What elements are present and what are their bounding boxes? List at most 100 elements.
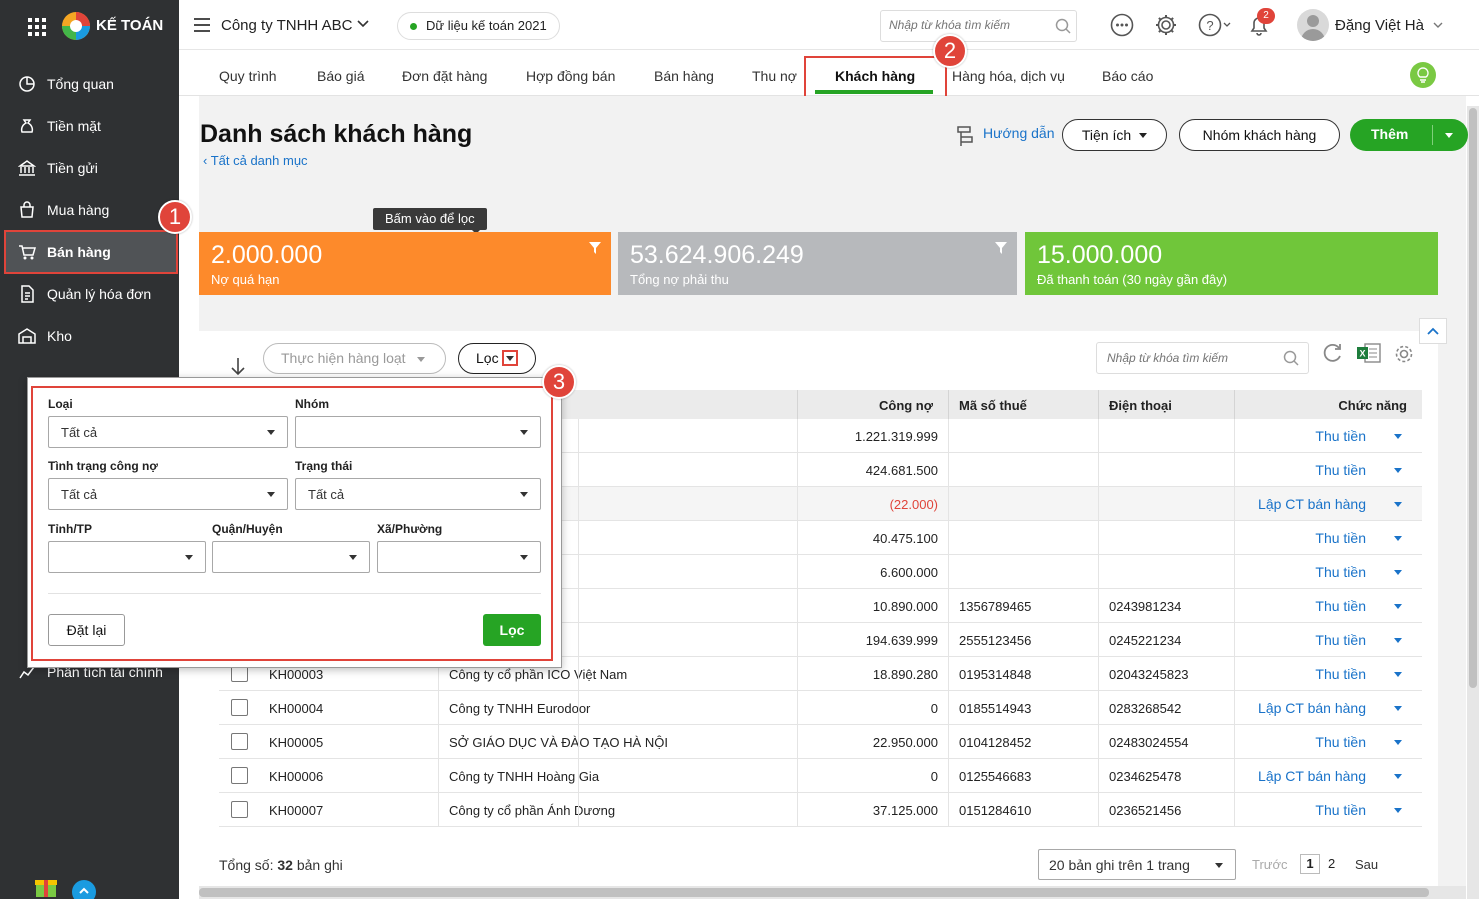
filter-button[interactable]: Lọc (458, 343, 536, 374)
excel-export-icon[interactable]: X (1357, 343, 1381, 363)
search-icon[interactable] (1283, 350, 1299, 366)
list-search-input[interactable] (1096, 342, 1309, 374)
province-select[interactable] (48, 541, 206, 573)
tab-quotation[interactable]: Báo giá (317, 68, 364, 84)
row-action-link[interactable]: Lập CT bán hàng (1258, 496, 1366, 512)
row-action-link[interactable]: Thu tiền (1315, 598, 1366, 614)
row-action-link[interactable]: Lập CT bán hàng (1258, 700, 1366, 716)
tab-reports[interactable]: Báo cáo (1102, 68, 1153, 84)
chevron-down-icon[interactable] (357, 20, 369, 28)
page-2-button[interactable]: 2 (1328, 856, 1335, 871)
add-dropdown-icon[interactable] (1445, 133, 1453, 138)
data-year-badge[interactable]: Dữ liệu kế toán 2021 (397, 12, 560, 40)
tab-debt-collection[interactable]: Thu nợ (752, 68, 797, 84)
row-action-link[interactable]: Lập CT bán hàng (1258, 768, 1366, 784)
page-1-button[interactable]: 1 (1300, 854, 1320, 874)
menu-icon[interactable] (194, 18, 210, 32)
chevron-down-icon[interactable] (1394, 434, 1402, 439)
global-search-field[interactable] (889, 18, 1049, 32)
chevron-down-icon[interactable] (1394, 502, 1402, 507)
chevron-down-icon[interactable] (1394, 774, 1402, 779)
utilities-button[interactable]: Tiện ích (1062, 119, 1167, 151)
row-action-link[interactable]: Thu tiền (1315, 632, 1366, 648)
row-action-link[interactable]: Thu tiền (1315, 734, 1366, 750)
horizontal-scrollbar[interactable] (199, 886, 1466, 899)
filter-icon[interactable] (995, 242, 1007, 254)
chevron-down-icon[interactable] (1394, 570, 1402, 575)
sidebar-item-purchase[interactable]: Mua hàng (6, 191, 176, 229)
row-action-link[interactable]: Thu tiền (1315, 802, 1366, 818)
total-receivable-card[interactable]: 53.624.906.249 Tổng nợ phải thu (618, 232, 1017, 295)
row-checkbox[interactable] (231, 801, 248, 818)
row-action-link[interactable]: Thu tiền (1315, 666, 1366, 682)
chevron-down-icon[interactable] (1394, 672, 1402, 677)
row-action-link[interactable]: Thu tiền (1315, 428, 1366, 444)
sidebar-item-warehouse[interactable]: Kho (6, 317, 176, 355)
next-page-button[interactable]: Sau (1355, 857, 1378, 872)
chevron-down-icon[interactable] (1394, 536, 1402, 541)
apps-grid-icon[interactable] (28, 18, 46, 36)
table-row[interactable]: KH00006 Công ty TNHH Hoàng Gia 0 0125546683… (219, 759, 1422, 793)
search-icon[interactable] (1055, 18, 1071, 34)
sidebar-item-overview[interactable]: Tổng quan (6, 65, 176, 103)
tab-sales-contract[interactable]: Hợp đồng bán (526, 68, 615, 84)
back-link[interactable]: ‹ Tất cả danh mục (203, 153, 308, 168)
row-checkbox[interactable] (231, 733, 248, 750)
avatar[interactable] (1297, 9, 1329, 41)
table-row[interactable]: KH00004 Công ty TNHH Eurodoor 0 0185514943 0… (219, 691, 1422, 725)
tab-sales[interactable]: Bán hàng (654, 68, 714, 84)
tab-sales-order[interactable]: Đơn đặt hàng (402, 68, 487, 84)
sidebar-item-sales[interactable]: Bán hàng (4, 230, 178, 274)
collapse-sidebar-icon[interactable] (72, 880, 96, 899)
more-options-icon[interactable] (1110, 13, 1134, 37)
type-select[interactable]: Tất cả (48, 416, 288, 448)
chevron-down-icon[interactable] (1394, 468, 1402, 473)
debt-status-select[interactable]: Tất cả (48, 478, 288, 510)
column-header-tax[interactable]: Mã số thuế (959, 398, 1027, 413)
help-icon[interactable]: ? (1198, 13, 1232, 37)
table-row[interactable]: KH00007 Công ty cổ phần Ánh Dương 37.125.0… (219, 793, 1422, 827)
row-action-link[interactable]: Thu tiền (1315, 564, 1366, 580)
settings-gear-icon[interactable] (1154, 13, 1178, 37)
sidebar-item-cash[interactable]: Tiền mặt (6, 107, 176, 145)
status-select[interactable]: Tất cả (295, 478, 541, 510)
gift-icon[interactable] (34, 874, 58, 898)
column-header-action[interactable]: Chức năng (1338, 398, 1407, 413)
paid-card[interactable]: 15.000.000 Đã thanh toán (30 ngày gần đâ… (1025, 232, 1438, 295)
chevron-down-icon[interactable] (1394, 808, 1402, 813)
ward-select[interactable] (377, 541, 541, 573)
row-action-link[interactable]: Thu tiền (1315, 530, 1366, 546)
collapse-up-icon[interactable] (1419, 318, 1447, 344)
customer-group-button[interactable]: Nhóm khách hàng (1179, 119, 1340, 151)
filter-dropdown-toggle[interactable] (502, 350, 518, 366)
chevron-down-icon[interactable] (1433, 22, 1443, 29)
lightbulb-icon[interactable] (1409, 61, 1437, 89)
filter-icon[interactable] (589, 242, 601, 254)
add-button[interactable]: Thêm (1350, 119, 1468, 151)
guide-icon[interactable] (955, 123, 977, 147)
district-select[interactable] (212, 541, 370, 573)
table-row[interactable]: KH00005 SỞ GIÁO DỤC VÀ ĐÀO TẠO HÀ NỘI 22.9… (219, 725, 1422, 759)
reset-button[interactable]: Đặt lại (48, 614, 125, 646)
guide-link[interactable]: Hướng dẫn (983, 125, 1054, 141)
page-scrollbar[interactable] (1467, 106, 1479, 899)
row-checkbox[interactable] (231, 767, 248, 784)
refresh-icon[interactable] (1321, 342, 1343, 364)
chevron-down-icon[interactable] (1394, 706, 1402, 711)
tab-goods-services[interactable]: Hàng hóa, dịch vụ (952, 68, 1065, 84)
company-name[interactable]: Công ty TNHH ABC (221, 17, 352, 34)
user-name[interactable]: Đặng Việt Hà (1335, 17, 1424, 34)
overdue-debt-card[interactable]: 2.000.000 Nợ quá hạn (199, 232, 611, 295)
list-search-field[interactable] (1107, 351, 1277, 365)
sidebar-item-deposit[interactable]: Tiền gửi (6, 149, 176, 187)
batch-action-button[interactable]: Thực hiện hàng loạt (263, 343, 446, 374)
row-checkbox[interactable] (231, 699, 248, 716)
column-header-debt[interactable]: Công nợ (879, 398, 933, 413)
chevron-down-icon[interactable] (1394, 740, 1402, 745)
chevron-down-icon[interactable] (1394, 604, 1402, 609)
apply-filter-button[interactable]: Lọc (483, 614, 541, 646)
tab-process[interactable]: Quy trình (219, 68, 277, 84)
row-action-link[interactable]: Thu tiền (1315, 462, 1366, 478)
sidebar-item-invoice[interactable]: Quản lý hóa đơn (6, 275, 176, 313)
global-search-input[interactable] (880, 10, 1077, 42)
